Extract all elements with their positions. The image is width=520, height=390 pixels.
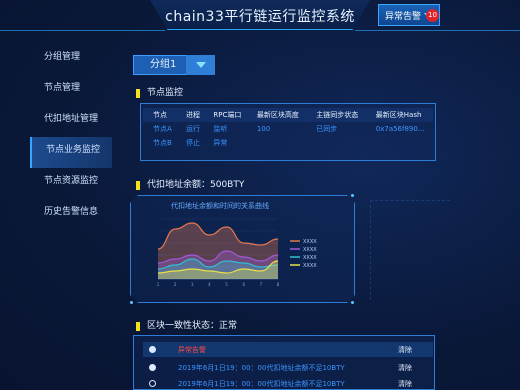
x-tick-label: 6 — [242, 282, 245, 287]
sidebar-item-alarm-history[interactable]: 历史告警信息 — [30, 199, 112, 230]
alarm-row[interactable]: 2019年6月1日19：00：00代扣地址余额不足10BTY 清除 — [143, 376, 433, 390]
alarm-count-badge: 10 — [426, 9, 439, 22]
column-header: RPC端口 — [203, 108, 247, 122]
x-tick-label: 2 — [174, 282, 177, 287]
sidebar-item-node-management[interactable]: 节点管理 — [30, 75, 112, 106]
table-cell — [247, 136, 306, 150]
sidebar-item-business-monitor[interactable]: 节点业务监控 — [30, 137, 112, 168]
legend-label: XXXX — [303, 239, 317, 245]
table-cell: 已同步 — [316, 125, 338, 133]
table-cell: 节点A — [153, 125, 172, 133]
status-dot-icon — [149, 346, 156, 353]
column-header: 最新区块Hash — [365, 108, 433, 122]
clear-button[interactable]: 清除 — [398, 379, 412, 389]
table-cell: 监听 — [213, 125, 228, 133]
alarm-text: 2019年6月1日19：00：00代扣地址余额不足10BTY — [178, 380, 345, 388]
consistency-title: 区块一致性状态：正常 — [136, 322, 237, 331]
header-line-right — [355, 30, 520, 31]
decor-dot — [130, 301, 133, 304]
x-tick-label: 3 — [191, 282, 194, 287]
table-row[interactable]: 节点B 停止 异常 — [143, 136, 433, 150]
column-header: 最新区块高度 — [246, 108, 307, 122]
table-cell: 100 — [256, 125, 271, 133]
x-tick-label: 8 — [277, 282, 280, 287]
sidebar-item-resource-monitor[interactable]: 节点资源监控 — [30, 168, 112, 199]
alarm-button-label: 异常告警 — [385, 11, 422, 22]
app-title: chain33平行链运行监控系统 — [165, 9, 355, 25]
table-cell: 节点B — [153, 139, 172, 147]
header-line-left — [0, 30, 165, 31]
sidebar-item-group-management[interactable]: 分组管理 — [30, 44, 112, 75]
decor-dot — [351, 301, 354, 304]
sidebar: 分组管理 节点管理 代扣地址管理 节点业务监控 节点资源监控 历史告警信息 — [30, 44, 112, 230]
balance-title: 代扣地址余额：500BTY — [136, 181, 244, 190]
column-header: 进程 — [175, 108, 204, 122]
table-cell: 运行 — [185, 125, 200, 133]
node-monitor-title: 节点监控 — [136, 89, 183, 98]
node-table: 节点 进程 RPC端口 最新区块高度 主链同步状态 最新区块Hash 节点A 运… — [143, 108, 433, 150]
clear-button[interactable]: 清除 — [398, 345, 412, 355]
decor-dot — [351, 194, 354, 197]
header: chain33平行链运行监控系统 异常告警 10 — [0, 0, 520, 36]
table-cell: 异常 — [213, 139, 228, 147]
alarm-text: 2019年6月1日19：00：00代扣地址余额不足10BTY — [178, 364, 345, 372]
x-tick-label: 5 — [225, 282, 228, 287]
alarm-row[interactable]: 异常告警 清除 — [143, 342, 433, 357]
table-row[interactable]: 节点A 运行 监听 100 已同步 0x7a56f890... — [143, 122, 433, 136]
table-cell — [306, 136, 365, 150]
sidebar-item-address-management[interactable]: 代扣地址管理 — [30, 106, 112, 137]
sidebar-item-label: 节点管理 — [44, 83, 81, 93]
group-select-value: 分组1 — [150, 59, 177, 70]
status-dot-icon — [149, 364, 156, 371]
legend-label: XXXX — [303, 247, 317, 253]
status-ring-icon — [149, 380, 156, 387]
decor-grid — [370, 200, 450, 300]
table-cell: 停止 — [185, 139, 200, 147]
sidebar-item-label: 节点业务监控 — [46, 145, 101, 155]
legend-label: XXXX — [303, 263, 317, 269]
table-cell — [366, 136, 433, 150]
sidebar-item-label: 分组管理 — [44, 52, 81, 62]
x-tick-label: 1 — [157, 282, 160, 287]
sidebar-item-label: 节点资源监控 — [44, 176, 99, 186]
table-cell: 0x7a56f890... — [375, 125, 425, 133]
sidebar-item-label: 历史告警信息 — [44, 207, 99, 217]
clear-button[interactable]: 清除 — [398, 363, 412, 373]
sidebar-item-label: 代扣地址管理 — [44, 114, 99, 124]
column-header: 节点 — [143, 108, 176, 122]
alarm-text: 异常告警 — [178, 346, 206, 354]
x-tick-label: 7 — [260, 282, 263, 287]
x-tick-label: 4 — [208, 282, 211, 287]
balance-chart: XXXX XXXX XXXX XXXX 1 2 3 4 5 6 7 8 — [157, 218, 317, 287]
legend-label: XXXX — [303, 255, 317, 261]
chart-subtitle: 代扣地址余额和时间的关系曲线 — [171, 202, 269, 210]
group-select-toggle[interactable] — [186, 55, 215, 75]
alarm-row[interactable]: 2019年6月1日19：00：00代扣地址余额不足10BTY 清除 — [143, 360, 433, 375]
column-header: 主链同步状态 — [306, 108, 366, 122]
table-header-row: 节点 进程 RPC端口 最新区块高度 主链同步状态 最新区块Hash — [143, 108, 433, 122]
triangle-down-icon — [195, 62, 206, 68]
